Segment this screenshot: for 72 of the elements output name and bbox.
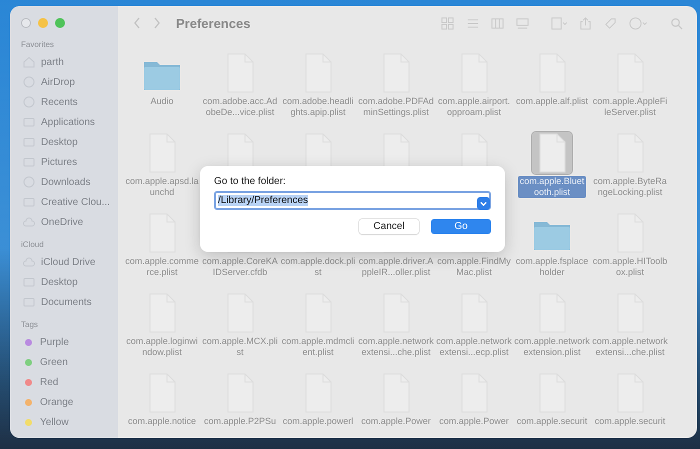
- sidebar-item[interactable]: Desktop: [21, 272, 118, 292]
- file-name[interactable]: com.apple.AppleFileServer.plist: [592, 96, 668, 118]
- sidebar-item[interactable]: AirDrop: [21, 72, 118, 92]
- sidebar-item[interactable]: Purple: [21, 332, 118, 352]
- file-name[interactable]: com.apple.dock.plist: [280, 256, 356, 278]
- file-name[interactable]: com.apple.FindMyMac.plist: [436, 256, 512, 278]
- file-name[interactable]: com.adobe.acc.AdobeDe...vice.plist: [202, 96, 278, 118]
- file-name[interactable]: com.apple.HIToolbox.plist: [592, 256, 668, 278]
- search-icon[interactable]: [670, 16, 683, 30]
- sidebar-item[interactable]: Creative Clou...: [21, 192, 118, 212]
- dialog-prompt: Go to the folder:: [214, 176, 287, 187]
- file-name[interactable]: com.apple.mdmclient.plist: [280, 336, 356, 358]
- file-name[interactable]: com.apple.Bluetooth.plist: [518, 176, 586, 198]
- file-name[interactable]: com.apple.fsplaceholder: [514, 256, 590, 278]
- sidebar-section-title: Favorites: [21, 40, 55, 49]
- sidebar-item[interactable]: parth: [21, 52, 118, 72]
- icon-view-icon[interactable]: [440, 16, 454, 30]
- sidebar-item[interactable]: Pictures: [21, 152, 118, 172]
- zoom-button[interactable]: [55, 18, 65, 28]
- sidebar-item[interactable]: OneDrive: [21, 212, 118, 232]
- sidebar-section-title: iCloud: [21, 240, 45, 249]
- file-name[interactable]: com.apple.networkextensi...ecp.plist: [436, 336, 512, 358]
- file-name[interactable]: com.apple.loginwindow.plist: [124, 336, 200, 358]
- file-name[interactable]: com.apple.CoreKAIDServer.cfdb: [202, 256, 278, 278]
- sidebar-item[interactable]: Red: [21, 372, 118, 392]
- window-title: Preferences: [176, 16, 250, 30]
- file-name[interactable]: com.apple.networkextensi...che.plist: [592, 336, 668, 358]
- file-name[interactable]: com.apple.networkextensi...che.plist: [358, 336, 434, 358]
- minimize-button[interactable]: [38, 18, 48, 28]
- group-icon[interactable]: [550, 16, 568, 30]
- file-icon[interactable]: [532, 132, 572, 174]
- sidebar-item[interactable]: Documents: [21, 292, 118, 312]
- close-button[interactable]: [21, 18, 31, 28]
- file-name[interactable]: com.apple.Power: [436, 416, 512, 427]
- file-name[interactable]: com.apple.driver.AppleIR...oller.plist: [358, 256, 434, 278]
- go-button[interactable]: Go: [431, 219, 491, 234]
- file-name[interactable]: com.apple.ByteRangeLocking.plist: [592, 176, 668, 198]
- list-view-icon[interactable]: [466, 16, 479, 30]
- sidebar-item[interactable]: Downloads: [21, 172, 118, 192]
- dropdown-chevron-icon[interactable]: [477, 197, 490, 210]
- file-name[interactable]: Audio: [124, 96, 200, 107]
- file-name[interactable]: com.apple.networkextension.plist: [514, 336, 590, 358]
- file-name[interactable]: com.apple.MCX.plist: [202, 336, 278, 358]
- sidebar-item[interactable]: Desktop: [21, 132, 118, 152]
- file-name[interactable]: com.apple.securit: [592, 416, 668, 427]
- share-icon[interactable]: [579, 16, 592, 30]
- file-name[interactable]: com.adobe.PDFAdminSettings.plist: [358, 96, 434, 118]
- file-name[interactable]: com.apple.securit: [514, 416, 590, 427]
- sidebar-item[interactable]: Green: [21, 352, 118, 372]
- sidebar-item[interactable]: Orange: [21, 392, 118, 412]
- file-name[interactable]: com.apple.alf.plist: [514, 96, 590, 107]
- column-view-icon[interactable]: [490, 16, 504, 30]
- sidebar-item[interactable]: Yellow: [21, 412, 118, 432]
- file-name[interactable]: com.apple.commerce.plist: [124, 256, 200, 278]
- cancel-button[interactable]: Cancel: [359, 219, 419, 234]
- sidebar-item[interactable]: Recents: [21, 92, 118, 112]
- gallery-view-icon[interactable]: [516, 16, 529, 30]
- forward-icon[interactable]: [152, 16, 162, 30]
- file-name[interactable]: com.adobe.headlights.apip.plist: [280, 96, 356, 118]
- sidebar-item[interactable]: iCloud Drive: [21, 252, 118, 272]
- sidebar-section-title: Tags: [21, 320, 39, 329]
- more-icon[interactable]: [629, 16, 648, 30]
- file-name[interactable]: com.apple.apsd.launchd: [124, 176, 200, 198]
- folder-path-field[interactable]: /Library/Preferences: [214, 191, 491, 210]
- back-icon[interactable]: [132, 16, 142, 30]
- file-name[interactable]: com.apple.P2PSu: [202, 416, 278, 427]
- tag-icon[interactable]: [604, 16, 618, 30]
- file-name[interactable]: com.apple.airport.opproam.plist: [436, 96, 512, 118]
- file-name[interactable]: com.apple.powerl: [280, 416, 356, 427]
- file-name[interactable]: com.apple.notice: [124, 416, 200, 427]
- sidebar-item[interactable]: Applications: [21, 112, 118, 132]
- file-name[interactable]: com.apple.Power: [358, 416, 434, 427]
